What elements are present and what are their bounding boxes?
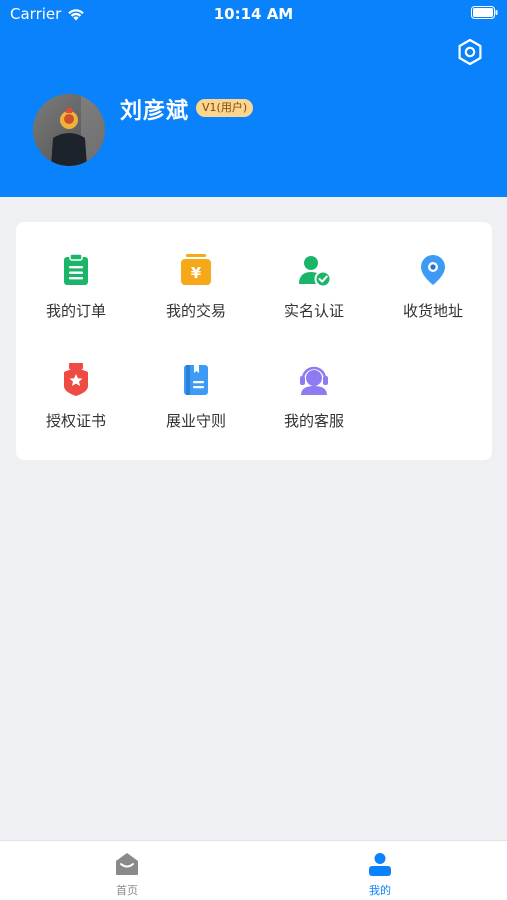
avatar[interactable] [33,94,105,166]
svg-text:¥: ¥ [191,264,202,282]
menu-item-label: 实名认证 [283,302,344,320]
menu-item-address[interactable]: 收货地址 [373,252,493,321]
menu-item-label: 我的交易 [165,302,226,320]
status-time: 10:14 AM [213,5,294,23]
menu-item-label: 展业守则 [165,412,226,430]
battery-icon [471,6,498,19]
status-bar: Carrier 10:14 AM [0,0,507,28]
profile-header: Carrier 10:14 AM 刘彦斌 V1(用户) [0,0,507,197]
bottom-tab-bar: 首页 我的 [0,840,507,900]
user-name: 刘彦斌 [120,99,190,124]
menu-item-label: 收货地址 [402,302,463,320]
menu-item-verification[interactable]: 实名认证 [254,252,374,321]
location-pin-icon [421,255,445,285]
home-icon [116,853,138,875]
user-verified-icon [299,256,332,288]
menu-item-label: 我的订单 [45,302,106,320]
settings-icon[interactable] [456,38,484,66]
yuan-wallet-icon: ¥ [181,254,211,285]
clipboard-icon [64,253,88,285]
menu-item-label: 授权证书 [45,412,106,430]
avatar-photo [33,94,105,166]
menu-item-transactions[interactable]: ¥ 我的交易 [136,252,256,321]
tab-mine-label: 我的 [369,884,391,897]
book-icon [184,365,208,395]
user-icon [369,853,391,876]
menu-card: 我的订单 ¥ 我的交易 实名认证 收货地址 授权证书 展业守则 我的客服 [16,222,492,460]
menu-item-guidelines[interactable]: 展业守则 [136,362,256,431]
menu-item-certificate[interactable]: 授权证书 [16,362,136,431]
menu-item-label: 我的客服 [283,412,344,430]
headset-icon [300,366,328,395]
user-level-badge: V1(用户) [196,99,254,117]
menu-item-orders[interactable]: 我的订单 [16,252,136,321]
tab-mine[interactable]: 我的 [340,851,420,898]
tab-home-label: 首页 [116,884,138,897]
certificate-badge-icon [64,363,88,396]
tab-home[interactable]: 首页 [87,851,167,898]
menu-item-customer-service[interactable]: 我的客服 [254,362,374,431]
